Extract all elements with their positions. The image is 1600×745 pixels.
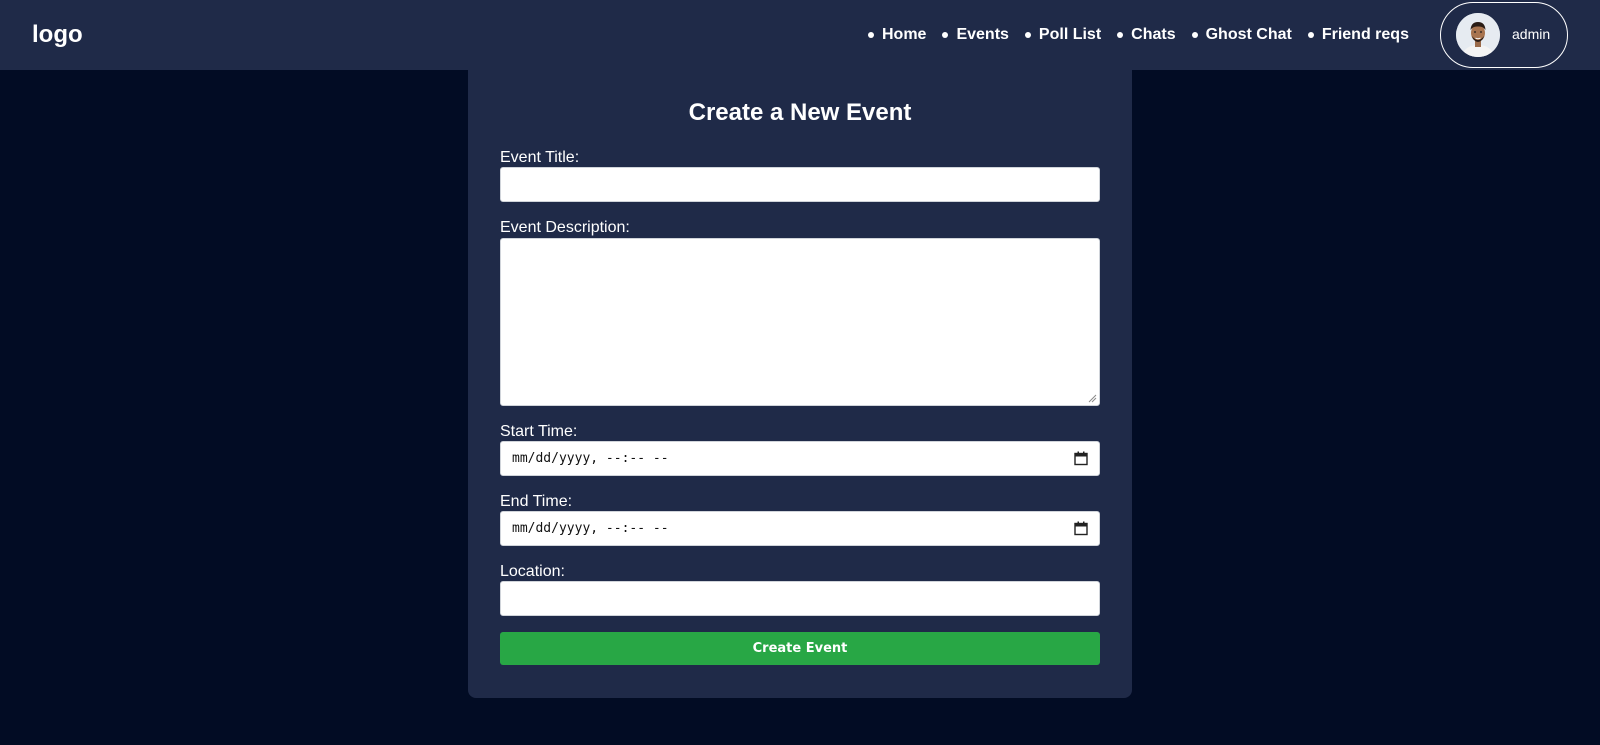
profile-button[interactable]: admin (1440, 2, 1568, 68)
user-avatar-icon (1456, 13, 1500, 57)
event-description-textarea[interactable] (500, 238, 1100, 406)
bullet-icon (1307, 32, 1314, 38)
nav-item-label: Home (882, 26, 927, 43)
location-input[interactable] (500, 581, 1100, 616)
bullet-icon (1117, 32, 1124, 38)
site-logo[interactable]: logo (32, 20, 83, 50)
top-navbar: logo Home Events Poll List Chats Ghost C… (0, 0, 1600, 70)
nav-item-label: Events (956, 26, 1009, 43)
bullet-icon (1024, 32, 1031, 38)
calendar-icon[interactable] (1074, 451, 1088, 466)
start-time-placeholder: mm/dd/yyyy, --:-- -- (512, 451, 669, 466)
nav-item-home[interactable]: Home (868, 24, 926, 46)
calendar-icon[interactable] (1074, 521, 1088, 536)
end-time-placeholder: mm/dd/yyyy, --:-- -- (512, 521, 669, 536)
nav-item-label: Friend reqs (1321, 26, 1409, 43)
start-time-input[interactable]: mm/dd/yyyy, --:-- -- (500, 441, 1100, 476)
start-time-label: Start Time: (500, 423, 578, 440)
form-title: Create a New Event (688, 99, 912, 126)
nav-item-poll-list[interactable]: Poll List (1024, 24, 1102, 46)
location-label: Location: (500, 563, 565, 580)
end-time-input[interactable]: mm/dd/yyyy, --:-- -- (500, 511, 1100, 546)
nav-item-label: Poll List (1038, 26, 1102, 43)
nav-item-ghost-chat[interactable]: Ghost Chat (1191, 24, 1292, 46)
nav-item-label: Ghost Chat (1205, 26, 1292, 43)
nav-item-chats[interactable]: Chats (1117, 24, 1176, 46)
bullet-icon (942, 32, 949, 38)
nav-item-friend-reqs[interactable]: Friend reqs (1307, 24, 1409, 46)
nav-item-events[interactable]: Events (942, 24, 1009, 46)
nav-item-label: Chats (1131, 26, 1176, 43)
event-title-input[interactable] (500, 167, 1100, 202)
profile-username: admin (1512, 26, 1551, 42)
end-time-label: End Time: (500, 493, 573, 510)
bullet-icon (868, 32, 874, 38)
create-event-button[interactable]: Create Event (500, 632, 1100, 665)
event-title-label: Event Title: (500, 149, 580, 166)
main-nav: Home Events Poll List Chats Ghost Chat F… (868, 24, 1425, 46)
bullet-icon (1191, 32, 1198, 38)
create-event-form: Create a New Event Event Title: Event De… (468, 70, 1132, 698)
resize-handle-icon[interactable] (1087, 393, 1097, 403)
event-description-label: Event Description: (500, 219, 630, 236)
